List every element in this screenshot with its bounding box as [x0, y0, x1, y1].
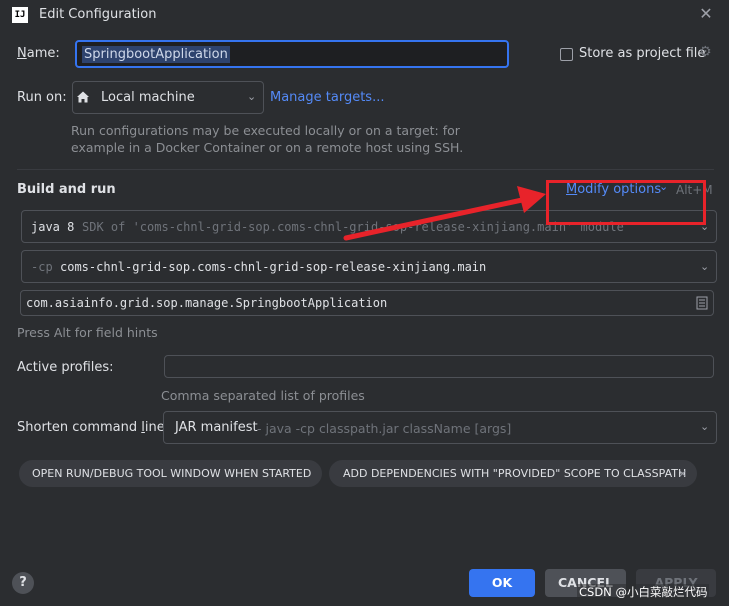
annotation-arrow	[343, 186, 546, 241]
